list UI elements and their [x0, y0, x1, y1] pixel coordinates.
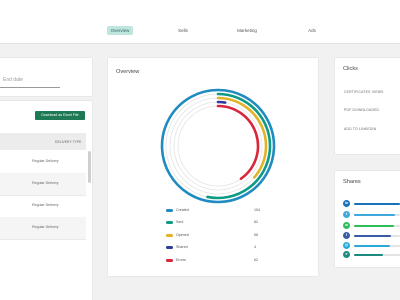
delivery-type-cell: Regular Delivery	[32, 203, 59, 207]
legend-value: 62	[254, 258, 258, 262]
legend-label: Errors	[176, 258, 186, 262]
legend-value: 56	[254, 233, 258, 237]
download-excel-button[interactable]: Download as Excel File	[35, 111, 85, 120]
share-bar	[354, 254, 383, 256]
twitter-icon[interactable]: t	[343, 211, 350, 218]
radial-bar-errors	[216, 104, 260, 181]
legend-label: Sent	[176, 220, 184, 224]
email-icon[interactable]: @	[343, 242, 350, 249]
delivery-type-cell: Regular Delivery	[32, 225, 59, 229]
shares-title: Shares	[343, 179, 361, 185]
table-row[interactable]: Regular Delivery	[0, 173, 86, 196]
clicks-title: Clicks	[343, 66, 358, 72]
table-scrollbar[interactable]	[88, 151, 91, 183]
table-row[interactable]: Regular Delivery	[0, 195, 86, 218]
legend-label: Shared	[176, 245, 188, 249]
overview-radial-chart	[160, 88, 276, 204]
end-date-input[interactable]: End date	[0, 72, 60, 88]
clicks-item-add-to-linkedin: ADD TO LINKEDIN	[344, 127, 377, 131]
tab-marketing[interactable]: Marketing	[232, 26, 262, 35]
tab-ads[interactable]: Ads	[302, 26, 322, 35]
overview-title: Overview	[116, 69, 140, 75]
clicks-card	[335, 58, 400, 154]
column-header-delivery-type[interactable]: DELIVERY TYPE	[55, 140, 81, 144]
share-bar	[354, 214, 396, 216]
legend-swatch	[166, 246, 173, 249]
share-row-telegram[interactable]: ➤	[343, 251, 400, 259]
tab-sells[interactable]: Sells	[172, 26, 194, 35]
share-bar	[354, 203, 400, 205]
legend-row-created: Created 154	[166, 208, 266, 214]
share-row-whatsapp[interactable]: w	[343, 222, 400, 230]
radial-track	[173, 101, 263, 191]
clicks-item-certificates-views: CERTIFICATES VIEWS	[344, 90, 384, 94]
legend-value: 154	[254, 208, 260, 212]
telegram-icon[interactable]: ➤	[343, 251, 350, 258]
radial-bar-opened	[216, 96, 268, 179]
legend-value: 4	[254, 245, 256, 249]
share-bar	[354, 245, 390, 247]
legend-row-shared: Shared 4	[166, 245, 266, 251]
table-header: DELIVERY TYPE	[0, 133, 86, 150]
legend-label: Opened	[176, 233, 189, 237]
radial-bar-shared	[216, 100, 227, 104]
table-row[interactable]: Regular Delivery	[0, 151, 86, 174]
legend-swatch	[166, 234, 173, 237]
share-row-email[interactable]: @	[343, 242, 400, 250]
legend-swatch	[166, 209, 173, 212]
legend-row-errors: Errors 62	[166, 258, 266, 264]
share-row-facebook[interactable]: f	[343, 232, 400, 240]
legend-value: 82	[254, 220, 258, 224]
facebook-icon[interactable]: f	[343, 232, 350, 239]
delivery-type-cell: Regular Delivery	[32, 181, 59, 185]
share-bar	[354, 235, 391, 237]
tab-overview[interactable]: Overview	[107, 26, 133, 35]
delivery-type-cell: Regular Delivery	[32, 159, 59, 163]
share-row-linkedin[interactable]: in	[343, 200, 400, 208]
legend-row-opened: Opened 56	[166, 233, 266, 239]
legend-swatch	[166, 221, 173, 224]
share-bar	[354, 225, 395, 227]
legend-row-sent: Sent 82	[166, 220, 266, 226]
clicks-item-pdf-downloaded: PDF DOWNLOADED	[344, 108, 380, 112]
share-row-twitter[interactable]: t	[343, 211, 400, 219]
legend-swatch	[166, 259, 173, 262]
linkedin-icon[interactable]: in	[343, 200, 350, 207]
table-row[interactable]: Regular Delivery	[0, 217, 86, 240]
legend-label: Created	[176, 208, 189, 212]
whatsapp-icon[interactable]: w	[343, 222, 350, 229]
top-navigation-bar: Overview Sells Marketing Ads	[0, 0, 400, 44]
